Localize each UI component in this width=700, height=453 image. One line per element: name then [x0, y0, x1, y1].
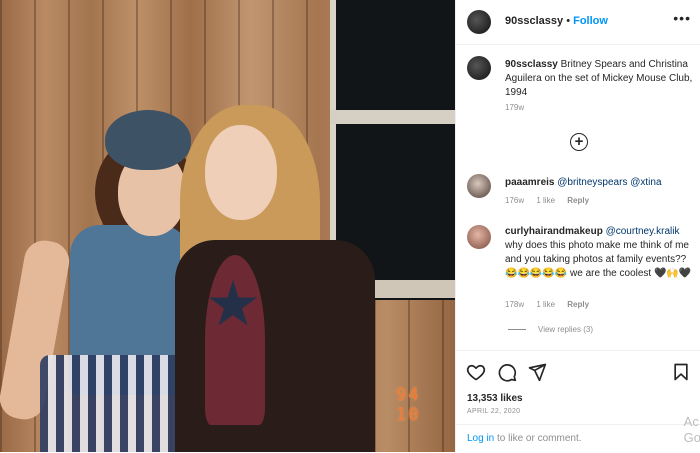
replies-divider — [508, 329, 526, 331]
watermark-line: Go — [683, 430, 700, 445]
comment-username[interactable]: curlyhairandmakeup — [505, 226, 603, 237]
login-prompt: Log in to like or comment. — [467, 433, 582, 444]
comment-username[interactable]: paaamreis — [505, 177, 554, 188]
comment-icon[interactable] — [497, 362, 517, 382]
activate-windows-watermark: Ac Go — [684, 414, 700, 446]
more-options-icon[interactable]: ••• — [673, 10, 691, 26]
comment-mention[interactable]: @britneyspears — [557, 177, 627, 188]
post-caption: 90ssclassy Britney Spears and Christina … — [505, 58, 695, 100]
post-side-panel: 90ssclassy • Follow ••• 90ssclassy Britn… — [455, 0, 700, 452]
comment: curlyhairandmakeup @courtney.kralik why … — [505, 225, 695, 281]
person-left-hat — [105, 110, 191, 170]
commenter-avatar[interactable] — [467, 174, 491, 198]
caption-avatar[interactable] — [467, 56, 491, 80]
header-username[interactable]: 90ssclassy — [505, 15, 563, 27]
reply-button[interactable]: Reply — [567, 300, 589, 309]
person-left-skirt — [40, 355, 190, 452]
follow-button[interactable]: Follow — [573, 15, 608, 27]
caption-username[interactable]: 90ssclassy — [505, 59, 558, 70]
author-avatar[interactable] — [467, 10, 491, 34]
comment-login-bar: Log in to like or comment. — [456, 424, 700, 453]
view-replies-button[interactable]: View replies (3) — [508, 325, 593, 334]
separator-dot: • — [566, 15, 571, 27]
comment-text: why does this photo make me think of me … — [505, 240, 692, 279]
comment: paaamreis @britneyspears @xtina — [505, 176, 695, 190]
post-date[interactable]: APRIL 22, 2020 — [467, 408, 520, 415]
login-link[interactable]: Log in — [467, 433, 494, 444]
comment-meta: 178w 1 like Reply — [505, 300, 589, 309]
comment-likes[interactable]: 1 like — [536, 300, 555, 309]
reply-button[interactable]: Reply — [567, 196, 589, 205]
comment-likes[interactable]: 1 like — [536, 196, 555, 205]
login-prompt-text: to like or comment. — [494, 433, 582, 444]
comment-meta: 176w 1 like Reply — [505, 196, 589, 205]
instagram-post: 94 10 90ssclassy • Follow ••• 90ssclassy… — [0, 0, 700, 452]
window-frame — [330, 110, 455, 124]
post-photo[interactable]: 94 10 — [0, 0, 455, 452]
comment-mention[interactable]: @courtney.kralik — [606, 226, 680, 237]
heart-icon[interactable] — [466, 362, 486, 382]
like-count[interactable]: 13,353 likes — [467, 393, 523, 404]
comment-mention[interactable]: @xtina — [630, 177, 661, 188]
watermark-line: Ac — [683, 414, 699, 429]
post-header: 90ssclassy • Follow ••• — [456, 0, 700, 45]
bookmark-icon[interactable] — [671, 362, 691, 382]
comment-timestamp[interactable]: 176w — [505, 196, 524, 205]
commenter-avatar[interactable] — [467, 225, 491, 249]
share-icon[interactable] — [527, 362, 547, 382]
comment-timestamp[interactable]: 178w — [505, 300, 524, 309]
view-replies-label: View replies (3) — [538, 325, 593, 334]
person-right-shirt — [205, 255, 265, 425]
header-author: 90ssclassy • Follow — [505, 15, 608, 27]
caption-timestamp[interactable]: 179w — [505, 103, 524, 112]
photo-date-stamp: 94 10 — [396, 385, 421, 425]
action-bar — [456, 350, 700, 391]
person-right-face — [205, 125, 277, 220]
load-more-comments-icon[interactable]: + — [570, 133, 588, 151]
